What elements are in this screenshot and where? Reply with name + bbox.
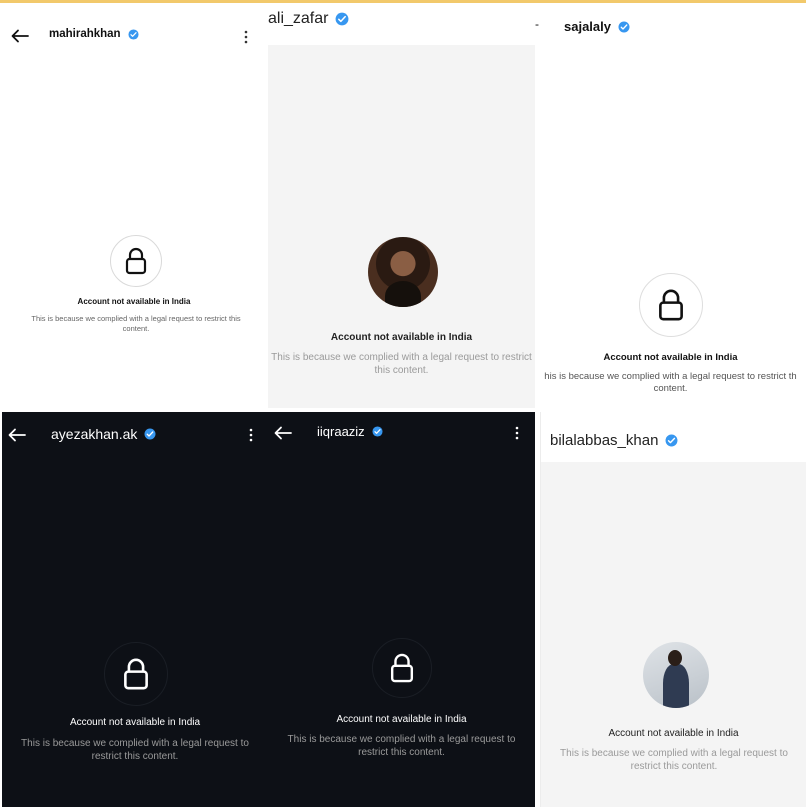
lock-icon: [125, 247, 147, 275]
lock-circle: [104, 642, 168, 706]
verified-badge-icon: [144, 428, 156, 440]
lock-icon: [124, 658, 148, 690]
profile-username: mahirahkhan: [49, 28, 121, 40]
panel-bilalabbas-khan: bilalabbas_khan Account not available in…: [540, 412, 806, 807]
unavailable-description: This is because we complied with a legal…: [21, 738, 249, 762]
more-options-icon[interactable]: [249, 428, 253, 442]
more-options-icon[interactable]: [244, 30, 248, 44]
back-arrow-icon[interactable]: [8, 428, 26, 442]
lock-circle: [110, 235, 162, 287]
unavailable-title: Account not available in India: [330, 332, 473, 343]
panel-ayezakhan: ayezakhan.ak Account not available in In…: [2, 412, 268, 807]
verified-badge-icon: [665, 434, 678, 447]
panel-ali-zafar: ali_zafar Account not available in India…: [268, 3, 535, 408]
verified-badge-icon: [128, 28, 139, 40]
unavailable-description: This is because we complied with a legal…: [271, 352, 532, 376]
lock-icon: [659, 289, 683, 321]
profile-username: sajalaly: [564, 19, 611, 34]
unavailable-title: Account not available in India: [69, 717, 201, 728]
dash-mark: -: [535, 17, 539, 31]
unavailable-description: This is because we complied with a legal…: [287, 734, 516, 758]
unavailable-title: Account not available in India: [603, 352, 738, 363]
unavailable-description: his is because we complied with a legal …: [544, 371, 797, 395]
back-arrow-icon[interactable]: [11, 29, 29, 43]
verified-badge-icon: [618, 21, 630, 32]
verified-badge-icon: [372, 426, 383, 437]
grid-separator-horizontal: [0, 408, 806, 412]
profile-username: iiqraaziz: [317, 424, 365, 439]
lock-circle: [639, 273, 703, 337]
avatar-figure: [663, 664, 689, 708]
profile-username: bilalabbas_khan: [550, 432, 659, 449]
unavailable-title: Account not available in India: [77, 297, 191, 306]
profile-avatar[interactable]: [643, 642, 709, 708]
lock-circle: [372, 638, 432, 698]
unavailable-description: This is because we complied with a legal…: [31, 314, 241, 333]
avatar-head: [668, 650, 682, 666]
more-options-icon[interactable]: [515, 426, 519, 440]
unavailable-title: Account not available in India: [336, 714, 467, 725]
panel-sajalaly: - sajalaly Account not available in Indi…: [535, 3, 806, 408]
unavailable-title: Account not available in India: [608, 728, 739, 739]
panel-mahirahkhan: mahirahkhan Account not available in Ind…: [0, 3, 268, 408]
avatar-figure: [385, 281, 421, 307]
panel-iiqraaziz: iiqraaziz Account not available in India…: [268, 412, 535, 807]
profile-username: ayezakhan.ak: [51, 426, 138, 442]
profile-username: ali_zafar: [268, 10, 329, 27]
unavailable-description: This is because we complied with a legal…: [560, 748, 788, 772]
lock-icon: [390, 653, 414, 683]
verified-badge-icon: [336, 12, 349, 26]
profile-avatar[interactable]: [368, 237, 438, 307]
grid-separator-vertical: [535, 412, 540, 807]
back-arrow-icon[interactable]: [274, 426, 292, 440]
